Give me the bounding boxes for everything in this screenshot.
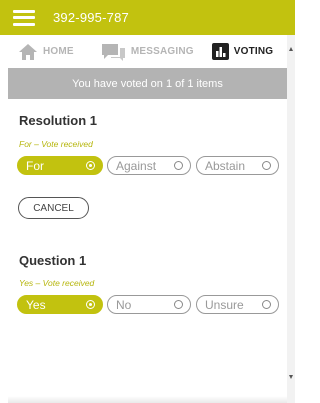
home-icon <box>18 43 38 61</box>
tab-voting-label: VOTING <box>233 46 274 57</box>
option-abstain[interactable]: Abstain <box>196 156 279 175</box>
option-yes-label: Yes <box>26 297 46 312</box>
cancel-button[interactable]: CANCEL <box>18 197 89 219</box>
option-no[interactable]: No <box>107 295 191 314</box>
phone-number: 392-995-787 <box>53 10 129 25</box>
messaging-icon <box>100 42 126 62</box>
app-header: 392-995-787 <box>0 0 295 35</box>
option-abstain-label: Abstain <box>205 158 246 173</box>
vote-status-text: You have voted on 1 of 1 items <box>72 77 223 90</box>
radio-icon <box>174 161 183 170</box>
resolution-title: Resolution 1 <box>19 113 98 128</box>
voting-icon <box>211 43 229 60</box>
radio-icon <box>174 300 183 309</box>
tab-voting[interactable]: VOTING <box>211 43 274 60</box>
question-title: Question 1 <box>19 253 87 268</box>
question-vote-status: Yes – Vote received <box>19 278 95 288</box>
scrollbar[interactable] <box>287 35 295 403</box>
tab-messaging[interactable]: MESSAGING <box>100 42 194 62</box>
radio-icon <box>262 161 271 170</box>
option-yes[interactable]: Yes <box>17 295 103 314</box>
option-no-label: No <box>116 297 132 312</box>
option-for[interactable]: For <box>17 156 103 175</box>
content-bottom-edge <box>8 396 287 403</box>
option-unsure-label: Unsure <box>205 297 244 312</box>
scroll-down-arrow-icon[interactable] <box>289 375 293 379</box>
tab-bar: HOME MESSAGING VOTING <box>0 35 287 68</box>
radio-icon <box>262 300 271 309</box>
tab-messaging-label: MESSAGING <box>130 46 194 57</box>
voting-content: Resolution 1 For – Vote received For Aga… <box>8 99 287 403</box>
menu-icon[interactable] <box>13 9 35 26</box>
tab-home[interactable]: HOME <box>18 43 74 61</box>
option-against[interactable]: Against <box>107 156 191 175</box>
tab-home-label: HOME <box>43 46 74 57</box>
option-against-label: Against <box>116 158 157 173</box>
vote-status-bar: You have voted on 1 of 1 items <box>8 68 287 99</box>
option-for-label: For <box>26 158 44 173</box>
option-unsure[interactable]: Unsure <box>196 295 279 314</box>
radio-selected-icon <box>86 161 95 170</box>
resolution-vote-status: For – Vote received <box>19 139 93 149</box>
radio-selected-icon <box>86 300 95 309</box>
scroll-up-arrow-icon[interactable] <box>289 47 293 51</box>
